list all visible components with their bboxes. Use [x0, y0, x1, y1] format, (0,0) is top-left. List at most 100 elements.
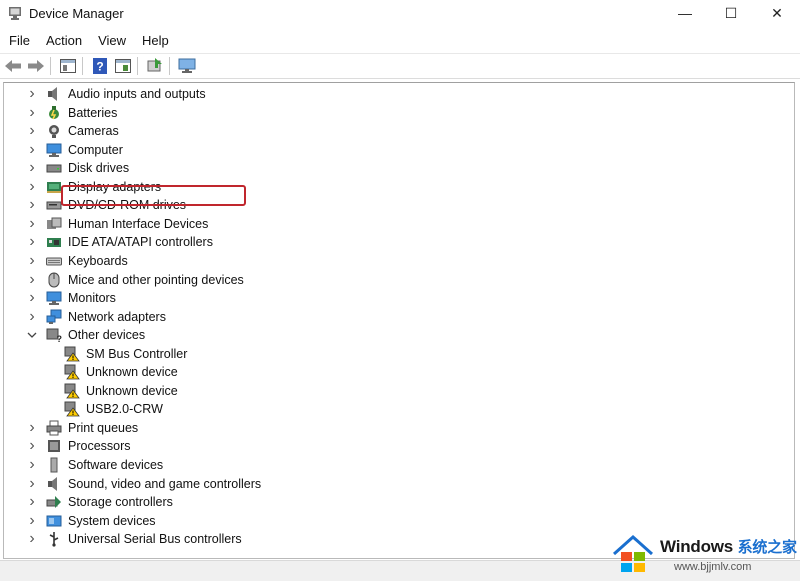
- forward-arrow-icon: [28, 60, 44, 72]
- tree-item-disk-drives[interactable]: › Disk drives: [26, 159, 131, 177]
- device-label: Mice and other pointing devices: [68, 272, 244, 287]
- properties-button[interactable]: [58, 56, 78, 76]
- window-title: Device Manager: [29, 6, 124, 21]
- chevron-right-icon[interactable]: ›: [26, 289, 38, 307]
- tree-item-print-queues[interactable]: › Print queues: [26, 419, 140, 437]
- tree-item-network-adapters[interactable]: › Network adapters: [26, 308, 168, 326]
- chevron-right-icon[interactable]: ›: [26, 159, 38, 177]
- forward-button[interactable]: [26, 56, 46, 76]
- tree-item-monitors[interactable]: › Monitors: [26, 289, 118, 307]
- update-driver-icon: [147, 58, 162, 72]
- tree-item-other-devices[interactable]: ? Other devices: [26, 326, 147, 344]
- scan-hardware-button[interactable]: [177, 56, 197, 76]
- device-label: Print queues: [68, 420, 139, 435]
- tree-item-processors[interactable]: › Processors: [26, 437, 133, 455]
- warning-device-icon: [64, 383, 80, 399]
- chevron-right-icon[interactable]: ›: [26, 456, 38, 474]
- scan-hardware-icon: [178, 58, 196, 73]
- tree-item-storage-controllers[interactable]: › Storage controllers: [26, 493, 175, 511]
- system-device-icon: [46, 515, 62, 527]
- chevron-right-icon[interactable]: ›: [26, 308, 38, 326]
- driver-details-button[interactable]: [113, 56, 133, 76]
- chevron-right-icon[interactable]: ›: [26, 141, 38, 159]
- tree-child-usb2-0-crw[interactable]: USB2.0-CRW: [44, 400, 165, 418]
- device-label: Other devices: [68, 328, 146, 343]
- menu-help[interactable]: Help: [133, 33, 176, 48]
- chevron-right-icon[interactable]: ›: [26, 122, 38, 140]
- tree-item-audio-inputs-and-outputs[interactable]: › Audio inputs and outputs: [26, 85, 208, 103]
- menu-file[interactable]: File: [0, 33, 37, 48]
- update-driver-button[interactable]: [145, 56, 165, 76]
- tree-item-batteries[interactable]: › Batteries: [26, 104, 119, 122]
- device-label: Audio inputs and outputs: [68, 87, 206, 101]
- chevron-right-icon[interactable]: ›: [26, 437, 38, 455]
- tree-child-sm-bus-controller[interactable]: SM Bus Controller: [44, 345, 189, 363]
- tree-item-computer[interactable]: › Computer: [26, 141, 125, 159]
- device-label: System devices: [68, 513, 156, 528]
- device-label: Monitors: [68, 291, 116, 306]
- close-icon: ✕: [771, 4, 783, 21]
- menu-view[interactable]: View: [89, 33, 133, 48]
- warning-device-icon: [64, 401, 80, 417]
- tree-item-system-devices[interactable]: › System devices: [26, 512, 158, 530]
- tree-item-ide-ata-atapi-controllers[interactable]: › IDE ATA/ATAPI controllers: [26, 233, 215, 251]
- windows-logo-icon: [612, 534, 654, 572]
- tree-item-keyboards[interactable]: › Keyboards: [26, 252, 130, 270]
- minimize-button[interactable]: —: [662, 0, 708, 26]
- toolbar-separator: [137, 57, 138, 75]
- toolbar-separator: [82, 57, 83, 75]
- help-button[interactable]: ?: [90, 56, 110, 76]
- display-adapter-icon: [47, 181, 61, 193]
- device-label: Unknown device: [86, 365, 178, 380]
- network-adapter-icon: [46, 309, 62, 324]
- chevron-down-icon[interactable]: [26, 326, 38, 344]
- battery-icon: [49, 105, 59, 119]
- tree-child-unknown-device[interactable]: Unknown device: [44, 382, 180, 400]
- watermark-brand: Windows 系统之家: [660, 536, 797, 557]
- chevron-right-icon[interactable]: ›: [26, 215, 38, 233]
- device-label: Batteries: [68, 105, 118, 120]
- monitor-icon: [46, 143, 62, 157]
- tree-child-unknown-device[interactable]: Unknown device: [44, 363, 180, 381]
- tree-item-sound-video-and-game-controllers[interactable]: › Sound, video and game controllers: [26, 475, 263, 493]
- chevron-right-icon[interactable]: ›: [26, 196, 38, 214]
- chevron-right-icon[interactable]: ›: [26, 104, 38, 122]
- chevron-right-icon[interactable]: ›: [26, 85, 38, 103]
- chevron-right-icon[interactable]: ›: [26, 252, 38, 270]
- back-button[interactable]: [3, 56, 23, 76]
- driver-details-icon: [115, 59, 131, 73]
- software-device-icon: [50, 457, 58, 473]
- chevron-right-icon[interactable]: ›: [26, 233, 38, 251]
- device-label: Storage controllers: [68, 495, 173, 510]
- device-label: Disk drives: [68, 161, 130, 176]
- device-label: Universal Serial Bus controllers: [68, 532, 242, 547]
- chevron-right-icon[interactable]: ›: [26, 493, 38, 511]
- maximize-icon: ☐: [724, 4, 738, 21]
- title-bar: Device Manager — ☐ ✕: [0, 0, 800, 28]
- chevron-right-icon[interactable]: ›: [26, 419, 38, 437]
- tree-item-software-devices[interactable]: › Software devices: [26, 456, 165, 474]
- device-tree[interactable]: › Audio inputs and outputs › Batteries › Came…: [3, 82, 795, 559]
- chevron-right-icon[interactable]: ›: [26, 530, 38, 548]
- other-devices-icon: ?: [46, 328, 62, 343]
- chevron-right-icon[interactable]: ›: [26, 475, 38, 493]
- properties-icon: [60, 59, 76, 73]
- tree-item-mice-and-other-pointing-devices[interactable]: › Mice and other pointing devices: [26, 271, 246, 289]
- chevron-right-icon[interactable]: ›: [26, 178, 38, 196]
- menu-action[interactable]: Action: [37, 33, 89, 48]
- highlight-box: [61, 185, 246, 206]
- tree-item-human-interface-devices[interactable]: › Human Interface Devices: [26, 215, 210, 233]
- close-button[interactable]: ✕: [754, 0, 800, 26]
- help-icon: ?: [93, 58, 107, 74]
- chevron-right-icon[interactable]: ›: [26, 271, 38, 289]
- dvd-drive-icon: [46, 201, 62, 210]
- hid-icon: [47, 217, 62, 229]
- device-label: SM Bus Controller: [86, 346, 188, 361]
- ide-controller-icon: [47, 238, 61, 248]
- tree-item-cameras[interactable]: › Cameras: [26, 122, 121, 140]
- tree-item-universal-serial-bus-controllers[interactable]: › Universal Serial Bus controllers: [26, 530, 244, 548]
- device-label: Human Interface Devices: [68, 216, 209, 231]
- maximize-button[interactable]: ☐: [708, 0, 754, 26]
- chevron-right-icon[interactable]: ›: [26, 512, 38, 530]
- toolbar-separator: [50, 57, 51, 75]
